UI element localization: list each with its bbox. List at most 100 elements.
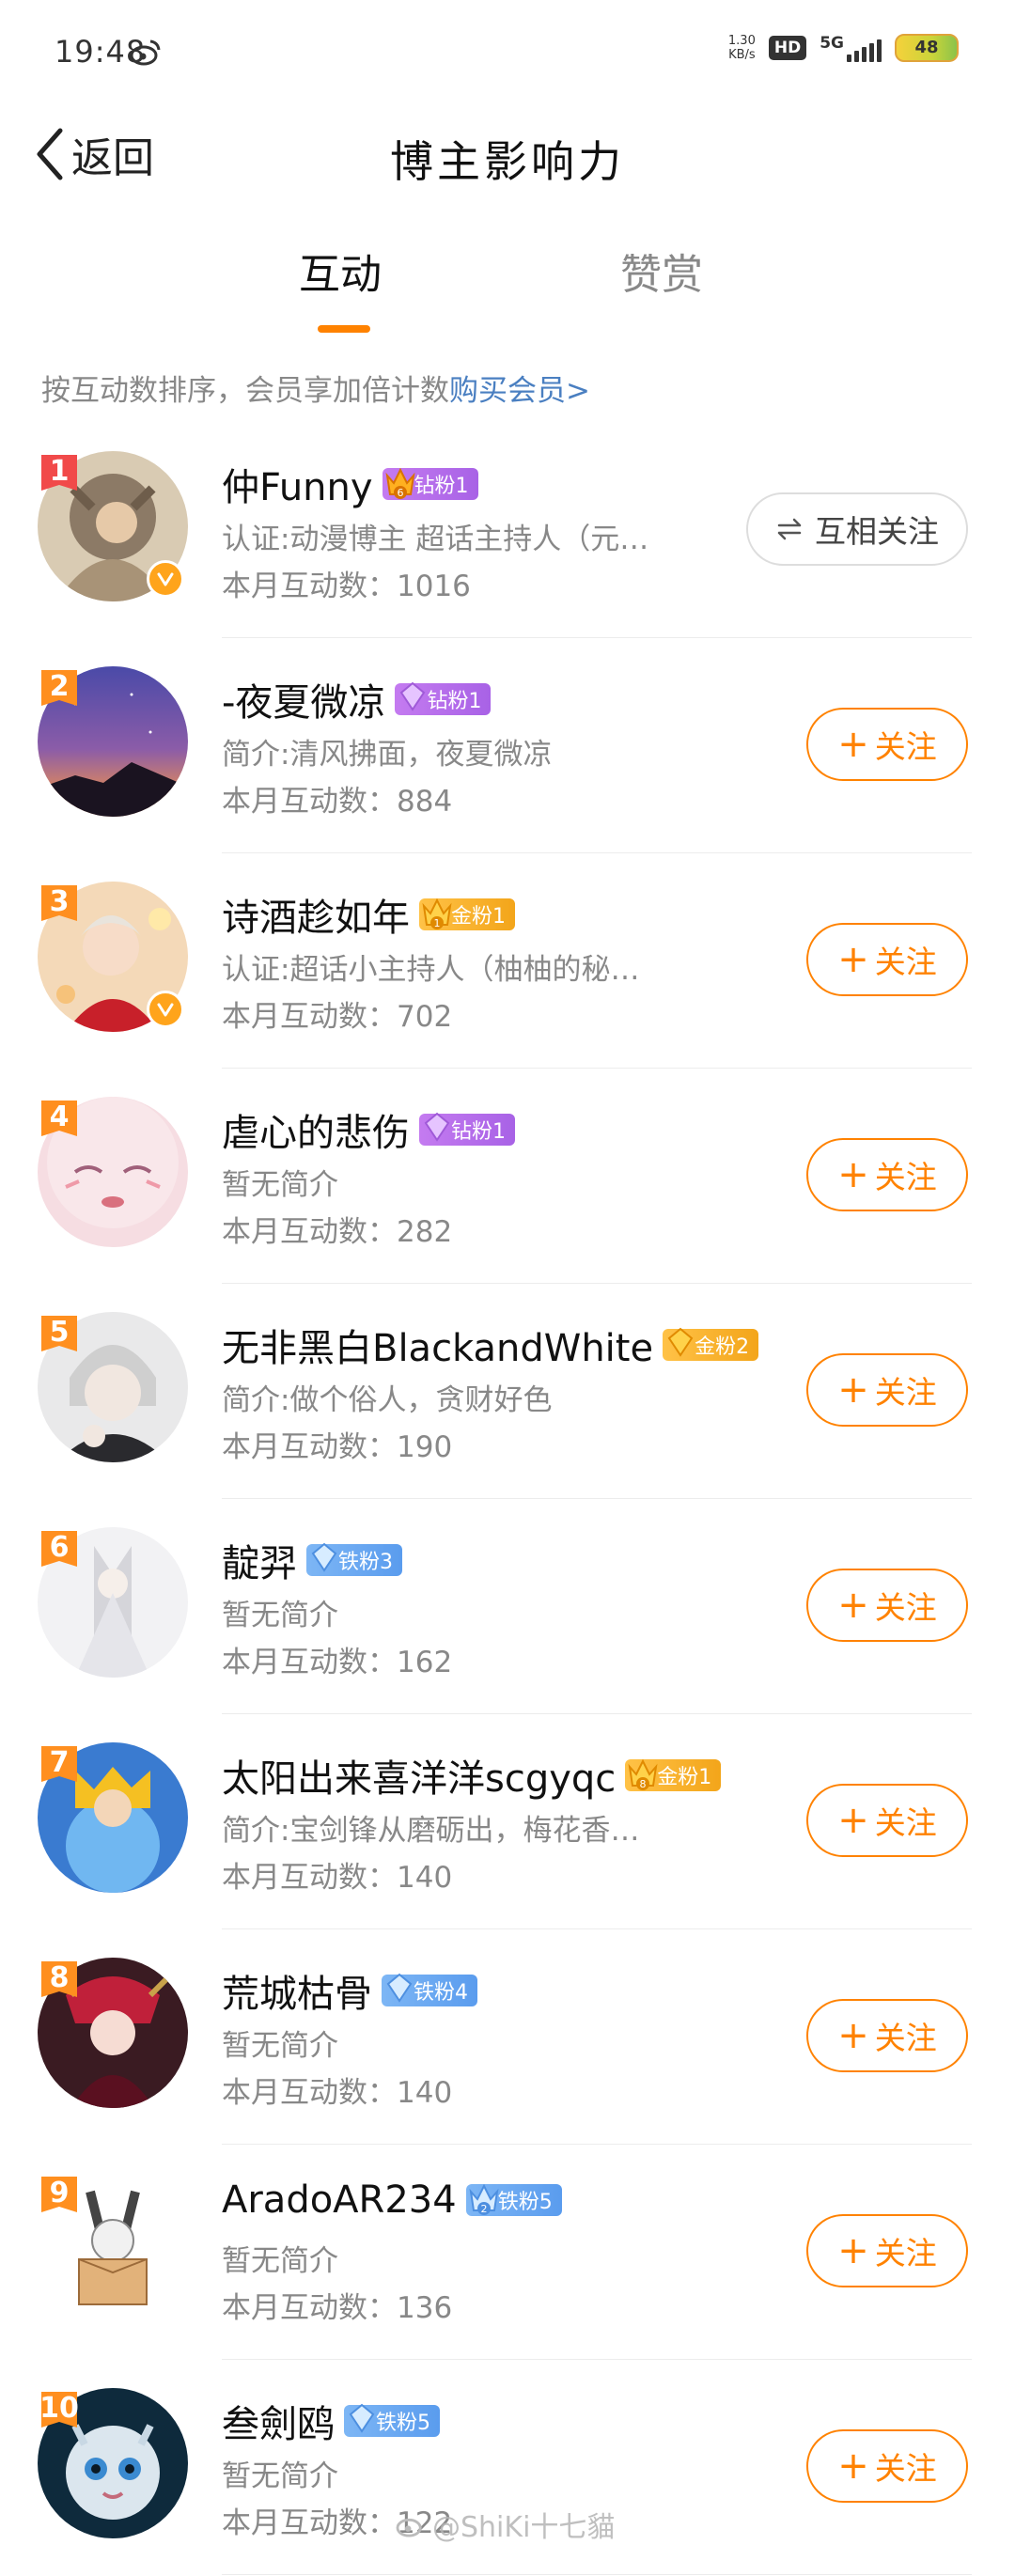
fan-badge[interactable]: 金粉2 [663, 1327, 759, 1361]
tab-bar: 互动 赞赏 [0, 241, 1015, 335]
plus-icon: + [837, 1153, 869, 1196]
hd-icon: HD [768, 36, 807, 60]
fan-badge-label: 铁粉3 [338, 1551, 393, 1574]
user-description: 认证:动漫博主 超话主持人（元… [222, 523, 649, 556]
svg-text:8: 8 [640, 1778, 647, 1790]
weibo-watermark-icon [396, 2518, 422, 2537]
list-item[interactable]: 5 无非黑白BlackandWhite 金粉2 简介:做个俗人，贪财好色 本月互动数：1… [0, 1284, 1015, 1499]
follow-button[interactable]: + 关注 [806, 708, 968, 781]
diamond-icon [386, 1973, 413, 2003]
fan-badge[interactable]: 铁粉3 [306, 1542, 402, 1576]
user-name[interactable]: 靛羿 [222, 1533, 297, 1587]
follow-button[interactable]: + 关注 [806, 1999, 968, 2072]
name-line: 诗酒趁如年 1 金粉1 [222, 887, 515, 942]
user-description: 暂无简介 [222, 1599, 338, 1632]
user-name[interactable]: 诗酒趁如年 [222, 887, 410, 942]
user-name[interactable]: -夜夏微凉 [222, 672, 385, 726]
crown-icon: 6 [385, 467, 415, 499]
follow-button[interactable]: + 关注 [806, 1569, 968, 1642]
follow-label: 关注 [874, 1374, 937, 1411]
tab-appreciation[interactable]: 赞赏 [620, 241, 703, 301]
buy-membership-link[interactable]: 购买会员> [449, 374, 590, 408]
fan-badge[interactable]: 2 铁粉5 [465, 2183, 562, 2216]
user-description: 简介:做个俗人，贪财好色 [222, 1383, 553, 1417]
plus-icon: + [837, 1584, 869, 1627]
sort-hint: 按互动数排序，会员享加倍计数购买会员> [41, 374, 590, 408]
user-description: 暂无简介 [222, 2244, 338, 2278]
svg-text:6: 6 [397, 487, 403, 499]
fan-badge[interactable]: 铁粉4 [382, 1973, 477, 2006]
monthly-interaction-count: 本月互动数：162 [222, 1646, 453, 1679]
name-line: 太阳出来喜洋洋scgyqc 8 金粉1 [222, 1748, 722, 1803]
follow-button[interactable]: + 关注 [806, 1138, 968, 1211]
diamond-icon [349, 2403, 375, 2433]
plus-icon: + [837, 2229, 869, 2272]
monthly-interaction-count: 本月互动数：1016 [222, 570, 471, 603]
follow-label: 关注 [874, 944, 937, 980]
user-name[interactable]: 虐心的悲伤 [222, 1102, 410, 1157]
weibo-icon [130, 39, 161, 66]
monthly-interaction-count: 本月互动数：136 [222, 2291, 453, 2325]
user-description: 暂无简介 [222, 1168, 338, 1202]
user-name[interactable]: 无非黑白BlackandWhite [222, 1318, 653, 1372]
list-item[interactable]: 2 -夜夏微凉 钻粉1 简介:清风拂面，夜夏微凉 本月互动数：884 + 关注 [0, 638, 1015, 853]
rank-badge: 10 [38, 2388, 81, 2435]
user-description: 简介:清风拂面，夜夏微凉 [222, 738, 553, 772]
nav-bar: 返回 博主影响力 [0, 103, 1015, 207]
list-item[interactable]: 4 虐心的悲伤 钻粉1 暂无简介 本月互动数：282 + 关注 [0, 1069, 1015, 1284]
tab-interaction[interactable]: 互动 [299, 241, 382, 301]
fan-badge[interactable]: 钻粉1 [395, 681, 492, 715]
user-description: 暂无简介 [222, 2459, 338, 2493]
crown-icon: 8 [628, 1758, 658, 1790]
rank-badge: 1 [38, 451, 81, 498]
fan-badge[interactable]: 6 钻粉1 [382, 467, 478, 500]
follow-label: 关注 [874, 1804, 937, 1841]
plus-icon: + [837, 723, 869, 766]
status-bar: 19:48 1.30 KB/s HD 5G 48 [0, 0, 1015, 103]
fan-badge-label: 铁粉5 [376, 2412, 430, 2435]
plus-icon: + [837, 938, 869, 981]
user-name[interactable]: 叁劍鸥 [222, 2394, 335, 2448]
rank-badge: 7 [38, 1742, 81, 1789]
diamond-icon [311, 1542, 337, 1572]
rank-badge: 9 [38, 2173, 81, 2220]
name-line: AradoAR234 2 铁粉5 [222, 2178, 562, 2222]
name-line: 虐心的悲伤 钻粉1 [222, 1102, 515, 1157]
fan-badge[interactable]: 1 金粉1 [419, 898, 515, 930]
user-name[interactable]: 仲Funny [222, 457, 373, 511]
follow-button[interactable]: + 关注 [806, 2429, 968, 2503]
fan-badge[interactable]: 钻粉1 [419, 1112, 515, 1146]
user-name[interactable]: 荒城枯骨 [222, 1963, 372, 2018]
fan-badge-label: 钻粉1 [451, 1120, 506, 1144]
list-item[interactable]: 7 太阳出来喜洋洋scgyqc 8 金粉1 简介:宝剑锋从磨砺出，梅花香… 本月互动数：1… [0, 1714, 1015, 1929]
follow-button[interactable]: + 关注 [806, 1784, 968, 1857]
rank-badge: 8 [38, 1958, 81, 2005]
rank-badge: 6 [38, 1527, 81, 1574]
monthly-interaction-count: 本月互动数：140 [222, 1861, 453, 1895]
mutual-follow-button[interactable]: 互相关注 [746, 492, 968, 566]
list-item[interactable]: 1 仲Funny 6 钻粉1 认证:动漫博主 超话主持人（元… 本月互动数：1016 互相关… [0, 423, 1015, 638]
name-line: 仲Funny 6 钻粉1 [222, 457, 478, 511]
fan-badge[interactable]: 铁粉5 [344, 2403, 440, 2437]
list-item[interactable]: 8 荒城枯骨 铁粉4 暂无简介 本月互动数：140 + 关注 [0, 1929, 1015, 2145]
watermark: @ShiKi十七貓 [395, 2504, 615, 2545]
list-item[interactable]: 3 诗酒趁如年 1 金粉1 认证:超话小主持人（柚柚的秘… 本月互动数：702 + 关注 [0, 853, 1015, 1069]
list-item[interactable]: 6 靛羿 铁粉3 暂无简介本月互动数：162 + 关注 [0, 1499, 1015, 1714]
list-item[interactable]: 9 AradoAR234 2 铁粉5 暂无简介本月互动数：136 + 关注 [0, 2145, 1015, 2360]
follow-button[interactable]: + 关注 [806, 923, 968, 996]
influencer-list: 1 仲Funny 6 钻粉1 认证:动漫博主 超话主持人（元… 本月互动数：1016 互相关… [0, 423, 1015, 2575]
fan-badge[interactable]: 8 金粉1 [625, 1758, 722, 1791]
follow-label: 关注 [874, 1159, 937, 1195]
follow-button[interactable]: + 关注 [806, 2214, 968, 2287]
mutual-follow-label: 互相关注 [815, 513, 939, 550]
diamond-icon [667, 1327, 694, 1357]
plus-icon: + [837, 1799, 869, 1842]
diamond-icon [424, 1112, 450, 1142]
user-name[interactable]: 太阳出来喜洋洋scgyqc [222, 1748, 616, 1803]
follow-label: 关注 [874, 2235, 937, 2272]
diamond-icon [400, 681, 426, 711]
network-speed: 1.30 KB/s [727, 34, 756, 62]
user-name[interactable]: AradoAR234 [222, 2178, 457, 2222]
rank-badge: 3 [38, 882, 81, 929]
follow-button[interactable]: + 关注 [806, 1353, 968, 1427]
